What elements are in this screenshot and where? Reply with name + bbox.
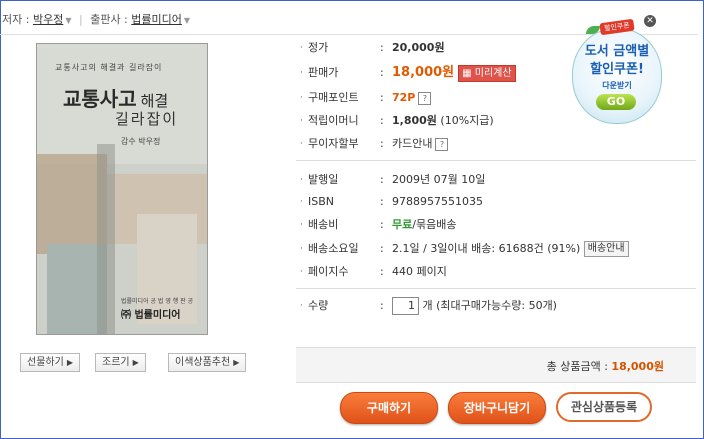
total-label: 총 상품금액 : (546, 360, 608, 373)
cover-title-line2: 길라잡이 (115, 110, 179, 128)
quantity-input[interactable]: 1 (392, 297, 419, 315)
bundle-shipping: /묶음배송 (412, 218, 457, 231)
cover-publisher: ㈜ 법률미디어 (121, 310, 181, 321)
buy-button[interactable]: 구매하기 (340, 392, 438, 424)
help-icon[interactable]: ? (435, 137, 449, 151)
close-icon[interactable]: ✕ (644, 15, 656, 27)
cover-publisher-small: 법률미디어 공 법 영 행 판 공 (121, 298, 194, 305)
divider (296, 160, 696, 161)
publisher-link[interactable]: 법률미디어 (131, 13, 182, 26)
card-info-link[interactable]: 카드안내 (392, 137, 432, 150)
emoney-value: 1,800원 (392, 114, 437, 127)
coupon-line1: 도서 금액별 (584, 44, 650, 59)
pages-value: 440 페이지 (392, 265, 447, 278)
divider (296, 288, 696, 289)
recommend-button[interactable]: 이색상품추천 ▶ (168, 353, 247, 372)
total-box: 총 상품금액 : 18,000원 (296, 347, 696, 383)
coupon-line3: 다운받기 (602, 81, 632, 90)
wishlist-button[interactable]: 관심상품등록 (556, 392, 652, 422)
chevron-right-icon: ▶ (233, 358, 240, 367)
author-label: 저자 : (2, 13, 30, 26)
breadcrumb: 저자 : 박우정 ▼ | 출판사 : 법률미디어 ▼ (2, 11, 190, 27)
calculate-button[interactable]: ▦ 미리계산 (458, 64, 516, 82)
author-link[interactable]: 박우정 (33, 13, 63, 26)
list-price-value: 20,000원 (392, 41, 445, 54)
chevron-down-icon[interactable]: ▼ (65, 16, 71, 25)
total-value: 18,000원 (611, 360, 664, 373)
isbn-value: 9788957551035 (392, 195, 483, 208)
sale-price-value: 18,000원 (392, 65, 455, 80)
coupon-banner[interactable]: 할인쿠폰 ✕ 도서 금액별 할인쿠폰! 다운받기 GO (572, 15, 662, 126)
cover-author: 감수 박우정 (121, 137, 161, 146)
poke-button[interactable]: 조르기 ▶ (95, 353, 146, 372)
coupon-line2: 할인쿠폰! (590, 62, 644, 77)
publisher-label: 출판사 : (90, 13, 128, 26)
gift-button[interactable]: 선물하기 ▶ (20, 353, 80, 372)
delivery-info-button[interactable]: 배송안내 (583, 241, 629, 257)
delivery-value: 2.1일 / 3일이내 배송: 61688건 (91%) (392, 242, 581, 255)
cover-subtitle: 교통사고의 해결과 길라잡이 (55, 63, 163, 72)
book-cover-image[interactable]: 교통사고의 해결과 길라잡이 교통사고 해결 길라잡이 감수 박우정 법률미디어 … (36, 43, 208, 335)
pub-date-value: 2009년 07월 10일 (392, 173, 486, 186)
emoney-note: (10%지급) (440, 114, 494, 127)
quantity-note: 개 (최대구매가능수량: 50개) (422, 299, 557, 312)
divider: | (78, 13, 83, 26)
coupon-go-button[interactable]: GO (596, 94, 636, 110)
calculator-icon: ▦ (462, 67, 472, 79)
points-value: 72P (392, 91, 416, 104)
chevron-down-icon[interactable]: ▼ (184, 16, 190, 25)
help-icon[interactable]: ? (418, 91, 432, 105)
add-to-cart-button[interactable]: 장바구니담기 (448, 392, 546, 424)
chevron-right-icon: ▶ (66, 358, 73, 367)
chevron-right-icon: ▶ (132, 358, 139, 367)
free-shipping: 무료 (392, 218, 413, 231)
